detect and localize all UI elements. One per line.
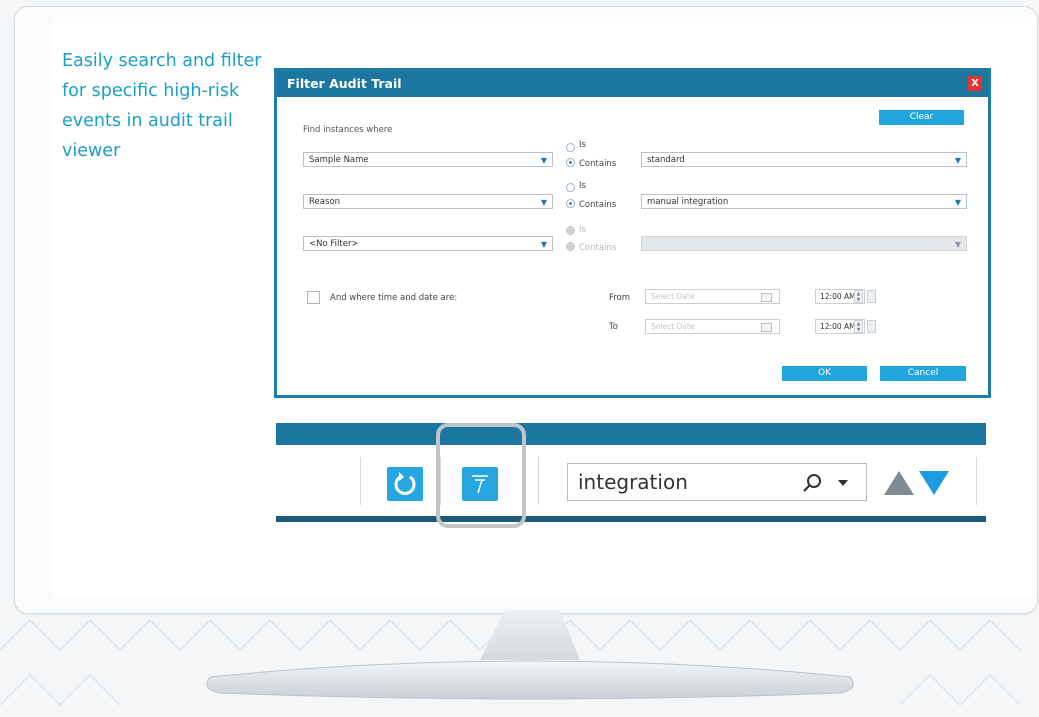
search-icon[interactable] bbox=[802, 473, 822, 493]
tagline-text: Easily search and filter for specific hi… bbox=[62, 51, 262, 161]
from-time-value: 12:00 AM bbox=[820, 292, 856, 301]
from-label: From bbox=[609, 293, 631, 303]
field-select-2[interactable]: Reason ▼ bbox=[303, 194, 553, 209]
chevron-down-icon: ▼ bbox=[954, 156, 961, 165]
value-select-2[interactable]: manual integration ▼ bbox=[641, 194, 967, 209]
to-time-value: 12:00 AM bbox=[820, 322, 856, 331]
value-select-1[interactable]: standard ▼ bbox=[641, 152, 967, 167]
filter-highlight-box bbox=[436, 423, 526, 528]
cancel-button[interactable]: Cancel bbox=[880, 366, 966, 381]
radio-is-2-label: Is bbox=[579, 181, 586, 191]
field-select-1[interactable]: Sample Name ▼ bbox=[303, 152, 553, 167]
toolbar-crop: integration bbox=[276, 423, 986, 523]
dialog-title: Filter Audit Trail bbox=[277, 71, 988, 97]
toolbar-separator bbox=[976, 457, 977, 505]
from-time-extra-spinner[interactable] bbox=[867, 290, 876, 303]
calendar-icon[interactable] bbox=[761, 323, 772, 332]
radio-contains-1-label: Contains bbox=[579, 159, 617, 169]
field-select-3-value: <No Filter> bbox=[309, 239, 359, 249]
refresh-button[interactable] bbox=[387, 467, 423, 501]
monitor-stand bbox=[206, 610, 854, 700]
radio-contains-1[interactable] bbox=[566, 158, 575, 167]
value-select-1-value: standard bbox=[647, 155, 685, 165]
chevron-down-icon: ▼ bbox=[540, 156, 547, 165]
clear-button[interactable]: Clear bbox=[879, 110, 964, 125]
radio-contains-3[interactable] bbox=[566, 242, 575, 251]
radio-contains-3-label: Contains bbox=[579, 243, 617, 253]
value-select-3[interactable]: ▼ bbox=[641, 236, 967, 251]
field-select-1-value: Sample Name bbox=[309, 155, 369, 165]
calendar-icon[interactable] bbox=[761, 293, 772, 302]
dropdown-icon[interactable] bbox=[838, 480, 848, 486]
to-date-field[interactable]: Select Date bbox=[645, 319, 780, 334]
to-time-extra-spinner[interactable] bbox=[867, 320, 876, 333]
chevron-down-icon: ▼ bbox=[540, 198, 547, 207]
value-select-2-value: manual integration bbox=[647, 197, 729, 207]
next-arrow-icon[interactable] bbox=[919, 471, 949, 495]
toolbar-separator bbox=[538, 457, 539, 505]
to-label: To bbox=[609, 322, 618, 332]
filter-audit-trail-dialog: Filter Audit Trail X Clear Find instance… bbox=[274, 68, 991, 398]
dialog-body: Clear Find instances where Sample Name ▼… bbox=[277, 97, 988, 395]
previous-arrow-icon[interactable] bbox=[884, 471, 914, 495]
radio-contains-2[interactable] bbox=[566, 199, 575, 208]
toolbar-top-band bbox=[276, 423, 986, 445]
search-box[interactable]: integration bbox=[567, 463, 867, 501]
toolbar-separator bbox=[360, 457, 361, 505]
to-time-spinner[interactable]: ▲ ▼ bbox=[854, 320, 863, 333]
from-date-field[interactable]: Select Date bbox=[645, 289, 780, 304]
chevron-down-icon: ▼ bbox=[954, 198, 961, 207]
find-instances-label: Find instances where bbox=[303, 125, 393, 135]
from-time-spinner[interactable]: ▲ ▼ bbox=[854, 290, 863, 303]
search-input[interactable]: integration bbox=[578, 470, 688, 494]
radio-is-3[interactable] bbox=[566, 226, 575, 235]
close-button[interactable]: X bbox=[968, 76, 982, 91]
from-date-placeholder: Select Date bbox=[651, 292, 695, 301]
radio-is-1-label: Is bbox=[579, 140, 586, 150]
field-select-3[interactable]: <No Filter> ▼ bbox=[303, 236, 553, 251]
field-select-2-value: Reason bbox=[309, 197, 340, 207]
chevron-down-icon: ▼ bbox=[954, 240, 961, 249]
radio-is-1[interactable] bbox=[566, 143, 575, 152]
toolbar-bottom-band bbox=[276, 516, 986, 522]
to-date-placeholder: Select Date bbox=[651, 322, 695, 331]
date-filter-checkbox[interactable] bbox=[307, 291, 320, 304]
refresh-icon bbox=[394, 472, 416, 495]
radio-contains-2-label: Contains bbox=[579, 200, 617, 210]
radio-is-3-label: Is bbox=[579, 225, 586, 235]
radio-is-2[interactable] bbox=[566, 183, 575, 192]
chevron-down-icon: ▼ bbox=[540, 240, 547, 249]
ok-button[interactable]: OK bbox=[782, 366, 867, 381]
date-filter-label: And where time and date are: bbox=[330, 293, 458, 303]
